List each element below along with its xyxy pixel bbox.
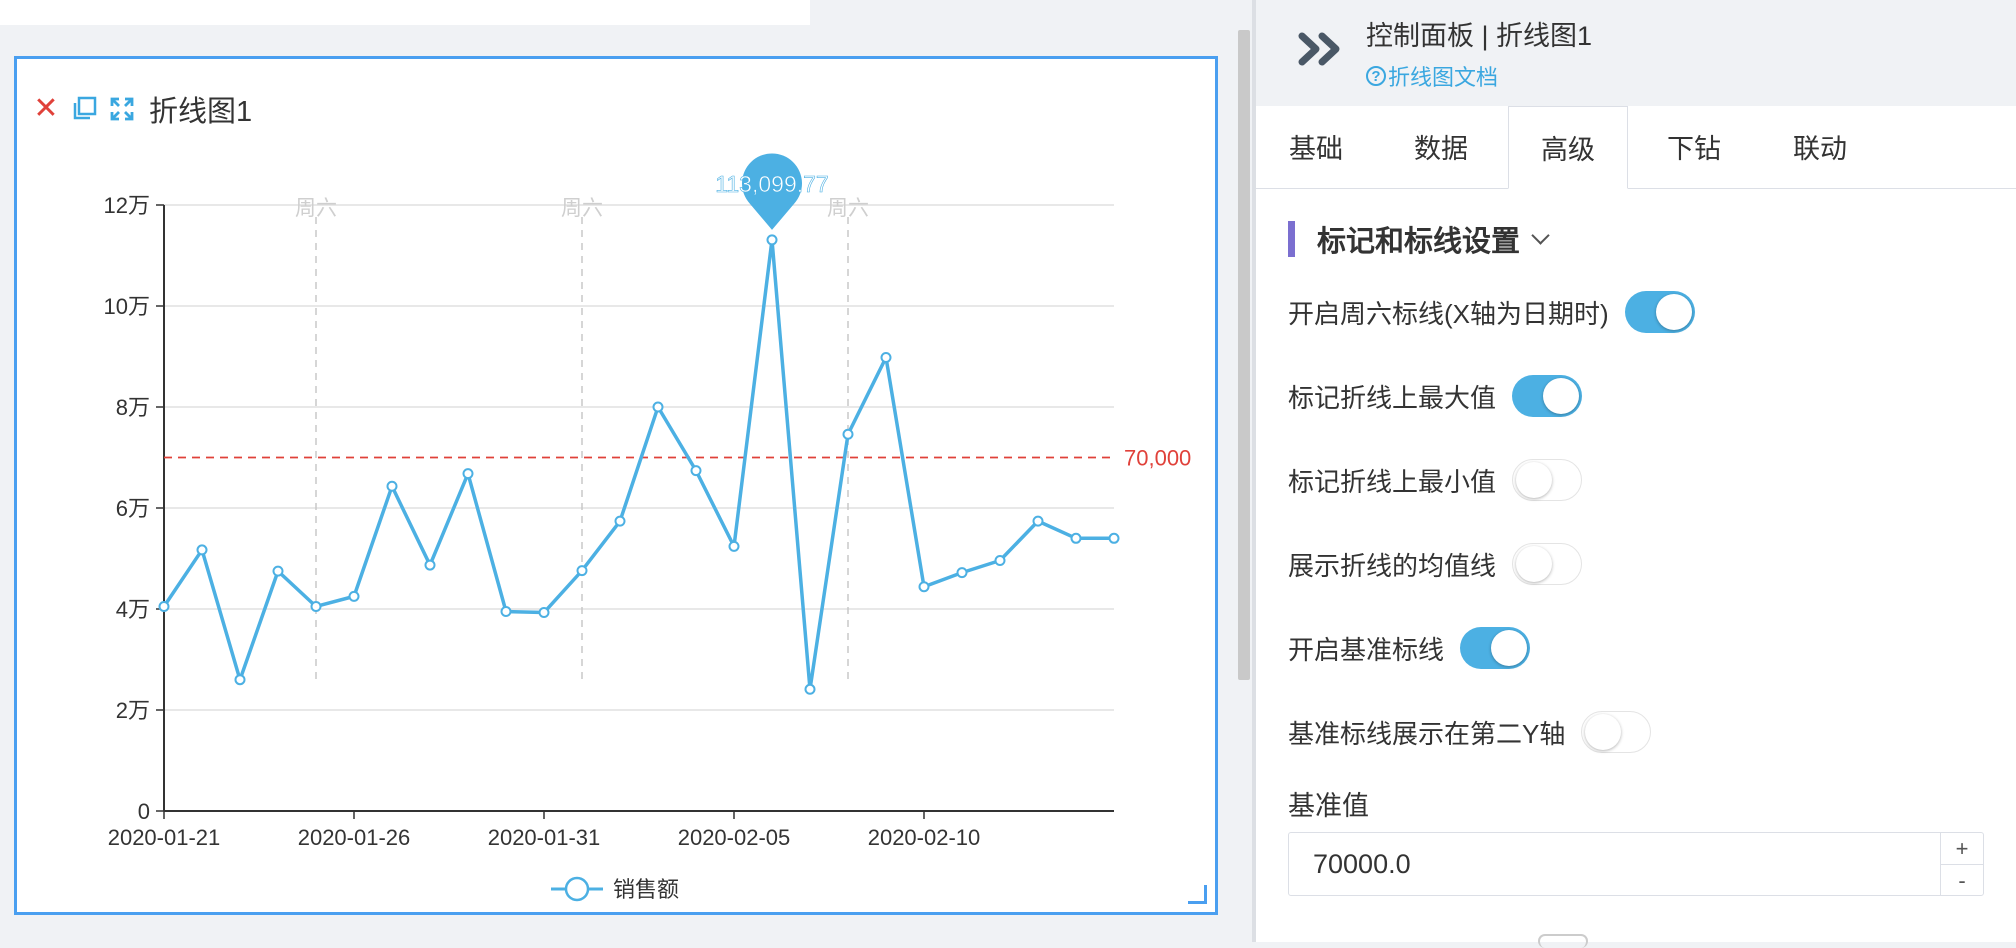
doc-link[interactable]: ? 折线图文档 <box>1366 60 1498 92</box>
resize-handle-icon[interactable] <box>1188 885 1207 904</box>
baseline-value-stepper: + - <box>1940 833 1983 895</box>
copy-icon[interactable] <box>67 92 101 126</box>
panel-header: 控制面板 | 折线图1 ? 折线图文档 <box>1256 0 2016 106</box>
average-line-switch[interactable] <box>1512 543 1583 585</box>
tab-advanced[interactable]: 高级 <box>1508 106 1628 189</box>
data-point <box>272 565 284 577</box>
tab-drilldown[interactable]: 下钻 <box>1634 106 1754 188</box>
data-point <box>842 428 854 440</box>
section-header[interactable]: 标记和标线设置 <box>1288 218 1550 260</box>
data-point <box>766 234 778 246</box>
chart-card-header: ✕ 折线图1 <box>29 87 252 131</box>
baseline-second-axis-switch[interactable] <box>1581 711 1652 753</box>
doc-link-text[interactable]: 折线图文档 <box>1388 60 1498 92</box>
max-marker-label: 113,099.77 <box>715 171 828 197</box>
toggle-row-saturday-line: 开启周六标线(X轴为日期时) <box>1288 287 1695 337</box>
y-tick-label: 0 <box>138 799 150 824</box>
baseline-value-label: 基准值 <box>1288 791 1369 821</box>
y-tick-label: 8万 <box>116 395 150 420</box>
saturday-line-label: 周六 <box>295 197 337 220</box>
data-point <box>348 590 360 602</box>
data-point <box>1108 532 1120 544</box>
baseline-label: 70,000 <box>1124 446 1191 471</box>
scrollbar[interactable] <box>1238 30 1250 680</box>
y-tick-label: 12万 <box>104 193 150 218</box>
data-point <box>500 606 512 618</box>
chart-card[interactable]: 0 2万 4万 6万 8万 10万 12万 2020-01-21 2020-01-26 2020-… <box>14 56 1218 915</box>
x-tick-label: 2020-01-26 <box>298 825 411 850</box>
data-point <box>424 559 436 571</box>
y-tick-label: 6万 <box>116 496 150 521</box>
data-point <box>918 581 930 593</box>
control-panel: 控制面板 | 折线图1 ? 折线图文档 基础 数据 高级 下钻 联动 标记和标线… <box>1256 0 2016 948</box>
fullscreen-icon[interactable] <box>105 92 139 126</box>
partial-switch[interactable] <box>1538 934 1588 948</box>
data-point <box>158 600 170 612</box>
line-chart: 0 2万 4万 6万 8万 10万 12万 2020-01-21 2020-01-26 2020-… <box>104 153 1191 902</box>
data-point <box>310 600 322 612</box>
data-point <box>614 515 626 527</box>
data-point <box>538 607 550 619</box>
toggle-row-max-marker: 标记折线上最大值 <box>1288 371 1583 421</box>
toggle-row-average-line: 展示折线的均值线 <box>1288 539 1583 589</box>
x-tick-label: 2020-02-10 <box>868 825 981 850</box>
min-marker-switch[interactable] <box>1512 459 1583 501</box>
x-tick-label: 2020-01-31 <box>488 825 601 850</box>
toggle-label: 标记折线上最小值 <box>1288 466 1497 497</box>
question-icon: ? <box>1366 66 1386 86</box>
toggle-row-baseline-second-axis: 基准标线展示在第二Y轴 <box>1288 707 1652 757</box>
baseline-value-input[interactable] <box>1313 833 1913 895</box>
section-title: 标记和标线设置 <box>1317 226 1521 258</box>
data-point <box>576 565 588 577</box>
saturday-line-label: 周六 <box>827 197 869 220</box>
double-chevron-right-icon[interactable] <box>1296 24 1352 74</box>
data-point <box>1070 532 1082 544</box>
toggle-label: 开启基准标线 <box>1288 634 1445 665</box>
baseline-switch[interactable] <box>1460 627 1531 669</box>
data-point <box>462 468 474 480</box>
tab-linkage[interactable]: 联动 <box>1760 106 1880 188</box>
data-point <box>652 401 664 413</box>
y-tick-label: 2万 <box>116 698 150 723</box>
data-point <box>804 683 816 695</box>
x-tick-label: 2020-01-21 <box>108 825 221 850</box>
section-accent-bar <box>1288 221 1295 257</box>
top-white-strip <box>0 0 810 25</box>
saturday-line-switch[interactable] <box>1624 291 1695 333</box>
data-point <box>728 540 740 552</box>
chevron-down-icon[interactable] <box>1531 225 1550 245</box>
data-point <box>196 544 208 556</box>
toggle-label: 标记折线上最大值 <box>1288 382 1497 413</box>
toggle-row-baseline: 开启基准标线 <box>1288 623 1531 673</box>
tab-data[interactable]: 数据 <box>1381 106 1501 188</box>
saturday-line-label: 周六 <box>561 197 603 220</box>
legend-marker <box>564 876 590 902</box>
max-marker-switch[interactable] <box>1512 375 1583 417</box>
series-line <box>162 238 1114 692</box>
increment-button[interactable]: + <box>1941 833 1983 865</box>
toggle-label: 基准标线展示在第二Y轴 <box>1288 718 1566 749</box>
y-tick-label: 10万 <box>104 294 150 319</box>
toggle-row-min-marker: 标记折线上最小值 <box>1288 455 1583 505</box>
data-point <box>880 352 892 364</box>
tab-basic[interactable]: 基础 <box>1256 106 1376 188</box>
data-point <box>234 674 246 686</box>
data-point <box>1032 515 1044 527</box>
data-point <box>994 555 1006 567</box>
decrement-button[interactable]: - <box>1941 865 1983 896</box>
toggle-label: 展示折线的均值线 <box>1288 550 1497 581</box>
panel-title: 控制面板 | 折线图1 <box>1366 21 1593 51</box>
close-icon[interactable]: ✕ <box>29 92 63 126</box>
x-tick-label: 2020-02-05 <box>678 825 791 850</box>
data-point <box>956 567 968 579</box>
toggle-label: 开启周六标线(X轴为日期时) <box>1288 298 1609 329</box>
legend-label: 销售额 <box>613 877 679 902</box>
data-point <box>690 465 702 477</box>
y-tick-label: 4万 <box>116 597 150 622</box>
baseline-value-field[interactable]: + - <box>1288 832 1984 896</box>
panel-tabs: 基础 数据 高级 下钻 联动 <box>1256 106 2016 189</box>
chart-title: 折线图1 <box>149 96 253 128</box>
data-point <box>386 480 398 492</box>
